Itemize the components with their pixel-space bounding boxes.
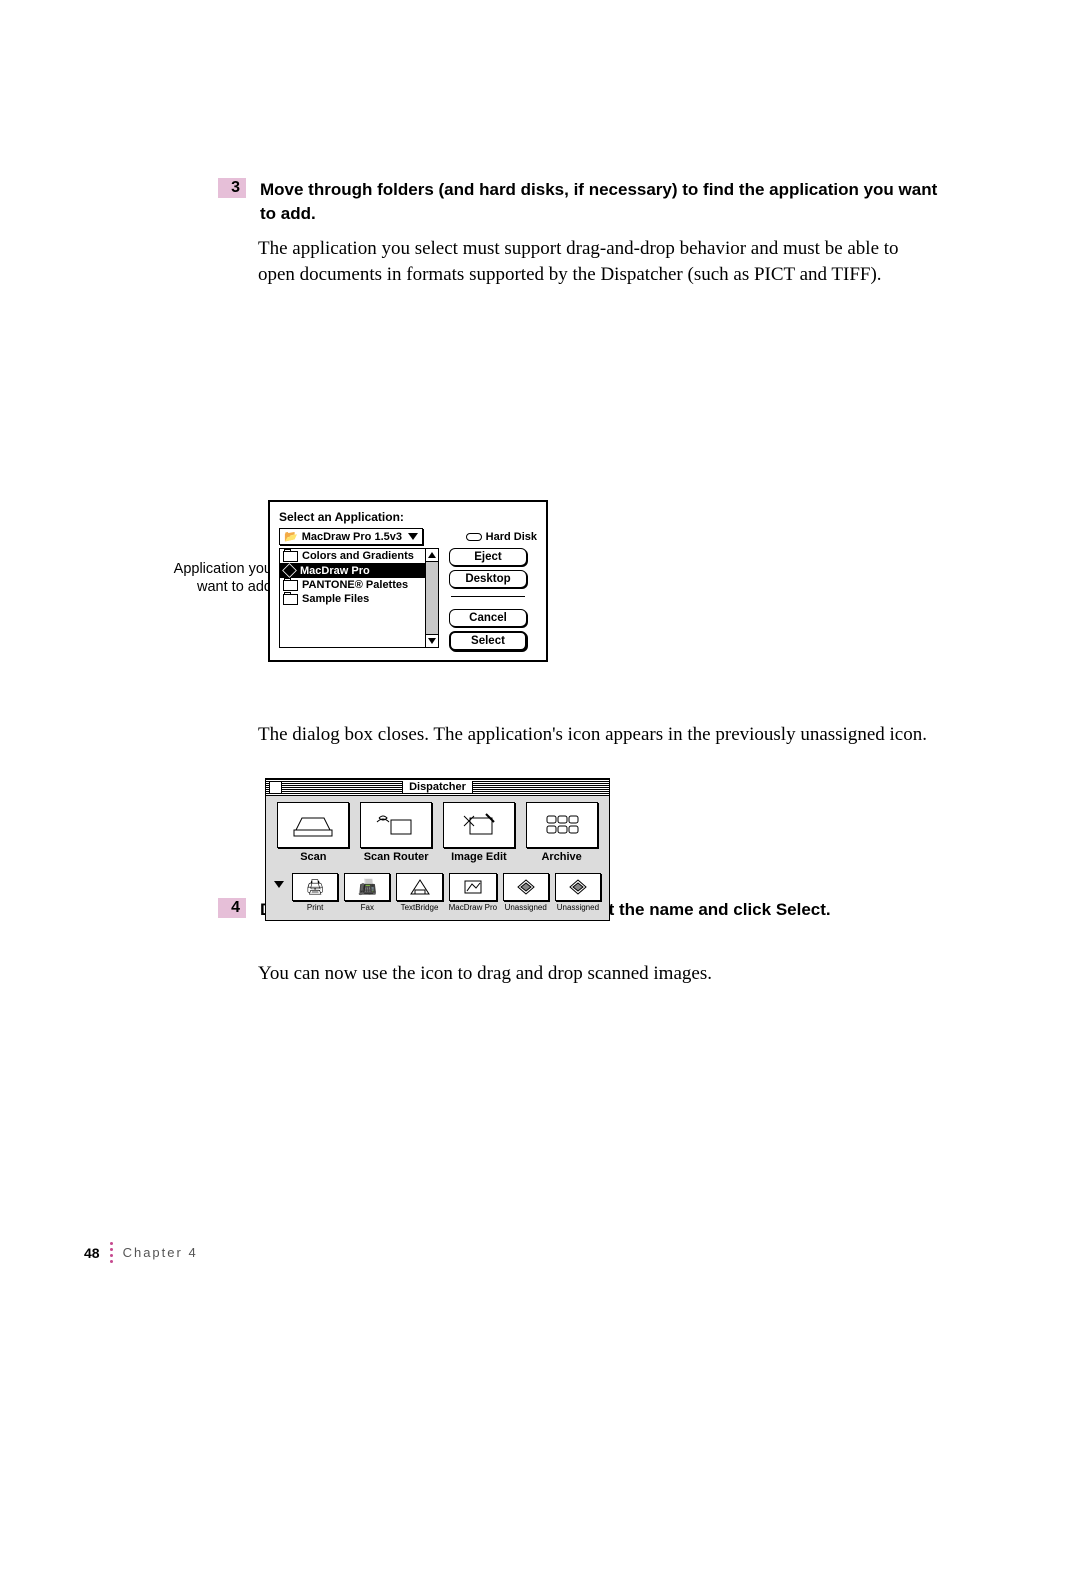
textbridge-label: TextBridge — [396, 903, 442, 912]
archive-label: Archive — [526, 851, 598, 863]
diamond-icon — [555, 873, 601, 901]
image-edit-label: Image Edit — [443, 851, 515, 863]
callout-line1: Application you — [174, 561, 272, 577]
select-application-dialog: Select an Application: 📂 MacDraw Pro 1.5… — [268, 500, 548, 662]
image-edit-icon — [443, 802, 515, 848]
print-label: Print — [292, 903, 338, 912]
chevron-down-icon — [408, 533, 418, 540]
folder-icon — [283, 580, 298, 591]
macdraw-icon — [449, 873, 497, 901]
dispatcher-title: Dispatcher — [402, 781, 473, 793]
list-item-label: MacDraw Pro — [300, 565, 370, 577]
desktop-button[interactable]: Desktop — [449, 570, 527, 588]
folder-popup[interactable]: 📂 MacDraw Pro 1.5v3 — [279, 528, 423, 545]
hard-disk-indicator[interactable]: Hard Disk — [466, 531, 537, 543]
open-folder-icon: 📂 — [284, 530, 298, 543]
list-item[interactable]: Colors and Gradients — [280, 549, 426, 563]
dialog-button-column: Eject Desktop Cancel Select — [449, 548, 527, 651]
unassigned-label-1: Unassigned — [503, 903, 549, 912]
archive-icon — [526, 802, 598, 848]
scroll-up-arrow[interactable] — [426, 549, 438, 562]
step-3-paragraph: The application you select must support … — [258, 236, 940, 288]
scroll-down-arrow[interactable] — [426, 634, 438, 647]
close-box[interactable] — [269, 781, 282, 794]
footer-dots — [110, 1242, 113, 1263]
file-list[interactable]: Colors and Gradients MacDraw Pro PANTONE… — [279, 548, 439, 648]
scan-router-button[interactable]: Scan Router — [360, 802, 432, 863]
macdraw-label: MacDraw Pro — [449, 903, 497, 912]
step-3-heading: Move through folders (and hard disks, if… — [260, 178, 940, 226]
print-slot[interactable]: 🖨 Print — [292, 873, 338, 912]
big-icon-row: Scan Scan Router Image Edit — [274, 802, 601, 863]
unassigned-slot-2[interactable]: Unassigned — [555, 873, 601, 912]
dispatcher-panel: Scan Scan Router Image Edit — [265, 796, 610, 921]
folder-popup-label: MacDraw Pro 1.5v3 — [302, 531, 402, 543]
unassigned-slot-1[interactable]: Unassigned — [503, 873, 549, 912]
disclosure-triangle-icon[interactable] — [274, 881, 284, 888]
triangle-down-icon — [428, 638, 436, 644]
hard-disk-icon — [466, 533, 482, 541]
callout-label: Application you want to add — [150, 560, 272, 596]
list-item-label: Sample Files — [302, 593, 369, 605]
step-3: 3 Move through folders (and hard disks, … — [218, 178, 940, 226]
list-item-selected[interactable]: MacDraw Pro — [280, 563, 426, 578]
list-item-label: PANTONE® Palettes — [302, 579, 408, 591]
button-separator — [451, 596, 525, 603]
scan-label: Scan — [277, 851, 349, 863]
fax-slot[interactable]: 📠 Fax — [344, 873, 390, 912]
step-number-4: 4 — [218, 898, 246, 918]
dispatcher-titlebar[interactable]: Dispatcher — [265, 778, 610, 796]
diamond-icon — [503, 873, 549, 901]
list-item[interactable]: Sample Files — [280, 592, 426, 606]
image-edit-button[interactable]: Image Edit — [443, 802, 515, 863]
application-icon — [282, 563, 297, 578]
scan-button[interactable]: Scan — [277, 802, 349, 863]
fax-icon: 📠 — [344, 873, 390, 901]
callout-line2: want to add — [197, 579, 272, 595]
triangle-up-icon — [428, 552, 436, 558]
macdraw-slot[interactable]: MacDraw Pro — [449, 873, 497, 912]
hard-disk-label: Hard Disk — [486, 531, 537, 543]
page-number: 48 — [84, 1245, 100, 1261]
dispatcher-window: Dispatcher Scan Scan Router Image Edit — [265, 778, 610, 921]
select-button[interactable]: Select — [449, 631, 527, 651]
cancel-button[interactable]: Cancel — [449, 609, 527, 627]
page-footer: 48 Chapter 4 — [84, 1242, 198, 1263]
list-item[interactable]: PANTONE® Palettes — [280, 578, 426, 592]
printer-icon: 🖨 — [292, 873, 338, 901]
textbridge-icon — [396, 873, 442, 901]
step-number-3: 3 — [218, 178, 246, 198]
scrollbar[interactable] — [425, 549, 438, 647]
folder-icon — [283, 551, 298, 562]
eject-button[interactable]: Eject — [449, 548, 527, 566]
step-4-paragraph: The dialog box closes. The application's… — [258, 722, 927, 748]
small-icon-row: 🖨 Print 📠 Fax TextBridge MacDraw Pro — [274, 873, 601, 912]
folder-icon — [283, 594, 298, 605]
archive-button[interactable]: Archive — [526, 802, 598, 863]
chapter-label: Chapter 4 — [123, 1245, 198, 1260]
fax-label: Fax — [344, 903, 390, 912]
textbridge-slot[interactable]: TextBridge — [396, 873, 442, 912]
closing-paragraph: You can now use the icon to drag and dro… — [258, 963, 940, 985]
scanner-icon — [277, 802, 349, 848]
unassigned-label-2: Unassigned — [555, 903, 601, 912]
list-item-label: Colors and Gradients — [302, 550, 414, 562]
scan-router-label: Scan Router — [360, 851, 432, 863]
dialog-title: Select an Application: — [279, 510, 537, 524]
scan-router-icon — [360, 802, 432, 848]
